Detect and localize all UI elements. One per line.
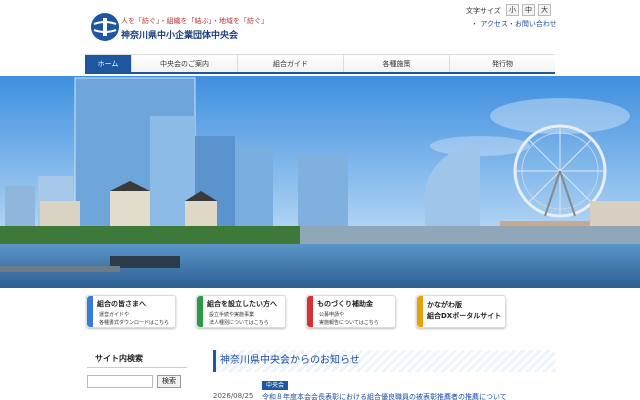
page: 人を「紡ぐ」・組織を「結ぶ」・地域を「紡ぐ」 神奈川県中小企業団体中央会 文字サ… (0, 0, 640, 400)
banner-line: 各種書式ダウンロードはこちら (99, 320, 170, 326)
banner-dx-portal[interactable]: かながわ版 組合DXポータルサイト (416, 295, 506, 328)
nav-publications[interactable]: 発行物 (449, 55, 555, 72)
banner-accent (307, 296, 313, 327)
news-heading: 神奈川県中央会からのお知らせ (213, 350, 555, 372)
banner-line: 法人種別についてはこちら (209, 320, 269, 326)
header: 人を「紡ぐ」・組織を「結ぶ」・地域を「紡ぐ」 神奈川県中小企業団体中央会 文字サ… (0, 0, 640, 52)
site-search-heading: サイト内検索 (87, 350, 187, 368)
tagline: 人を「紡ぐ」・組織を「結ぶ」・地域を「紡ぐ」 (121, 17, 268, 25)
font-size-large-button[interactable]: 大 (538, 4, 551, 16)
nav-union-guide[interactable]: 組合ガイド (237, 55, 343, 72)
nav-about[interactable]: 中央会のご案内 (131, 55, 237, 72)
font-size-medium-button[interactable]: 中 (522, 4, 535, 16)
banner-title: 組合の皆さまへ (97, 300, 146, 308)
search-button[interactable]: 検索 (157, 375, 181, 388)
hero-image (0, 76, 640, 288)
banner-line: 運営ガイドや (99, 312, 130, 318)
nav-policies[interactable]: 各種施策 (343, 55, 449, 72)
banner-establish-union[interactable]: 組合を設立したい方へ 設立手続や実施事業 法人種別についてはこちら (196, 295, 286, 328)
nav-home[interactable]: ホーム (85, 55, 131, 72)
banner-line: 公募申請や (319, 312, 345, 318)
search-input[interactable] (87, 375, 153, 388)
org-name[interactable]: 神奈川県中小企業団体中央会 (121, 28, 238, 41)
banner-title: かながわ版 組合DXポータルサイト (427, 301, 502, 320)
banner-accent (87, 296, 93, 327)
font-size-small-button[interactable]: 小 (506, 4, 519, 16)
font-size-label: 文字サイズ (466, 7, 501, 15)
main-nav: ホーム 中央会のご案内 組合ガイド 各種施策 発行物 (85, 54, 555, 74)
banner-monozukuri-subsidy[interactable]: ものづくり補助金 公募申請や 実施報告についてはこちら (306, 295, 396, 328)
news-date: 2026/08/25 (213, 392, 254, 400)
access-contact-link[interactable]: ・ アクセス・お問い合わせ (471, 19, 557, 29)
news-category-badge: 中央会 (262, 381, 288, 390)
banner-accent (197, 296, 203, 327)
banner-accent (417, 296, 423, 327)
banner-title: ものづくり補助金 (317, 300, 373, 308)
banner-title: 組合を設立したい方へ (207, 300, 277, 308)
logo-icon[interactable] (90, 12, 120, 42)
banner-line: 設立手続や実施事業 (209, 312, 255, 318)
banner-line: 実施報告についてはこちら (319, 320, 379, 326)
news-title-link[interactable]: 令和８年度本会会長表彰における組合優良職員の被表彰推薦者の推薦について (262, 392, 507, 400)
banner-union-members[interactable]: 組合の皆さまへ 運営ガイドや 各種書式ダウンロードはこちら (86, 295, 176, 328)
